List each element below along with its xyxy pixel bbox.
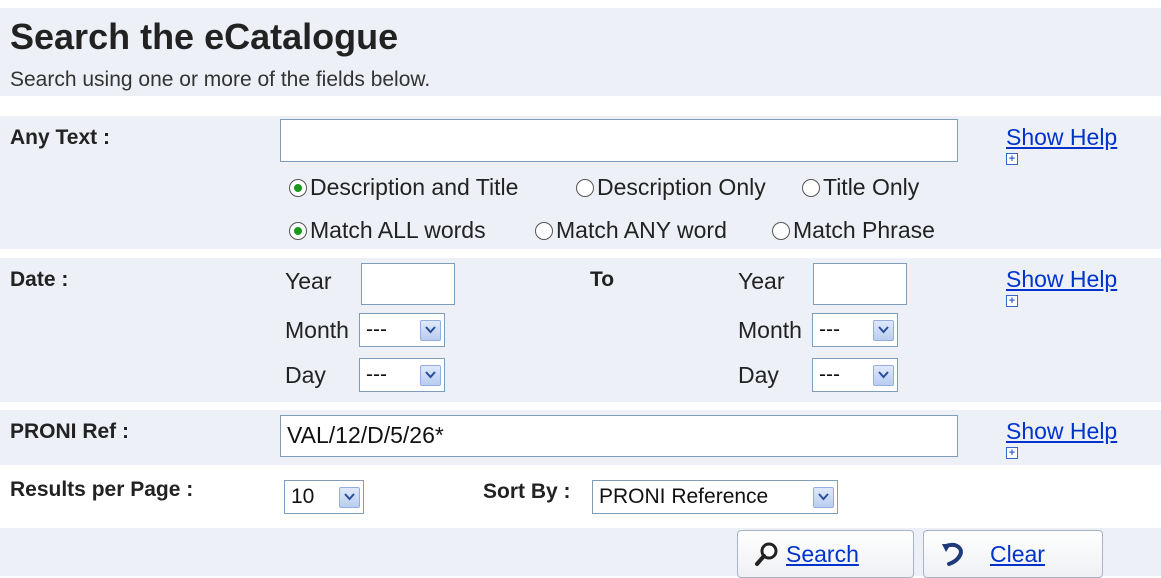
select-value: ---	[366, 318, 387, 341]
date-to-label: To	[590, 268, 615, 291]
select-value: ---	[819, 363, 840, 386]
radio-label: Description and Title	[310, 174, 519, 200]
header-panel: Search the eCatalogue Search using one o…	[0, 8, 1161, 96]
radio-button-selected[interactable]	[289, 221, 307, 240]
radio-title-only[interactable]: Title Only	[802, 174, 919, 201]
select-value: 10	[291, 485, 315, 508]
any-text-row: Any Text : Description and Title Descrip…	[0, 116, 1161, 249]
radio-match-any[interactable]: Match ANY word	[535, 217, 727, 244]
radio-button[interactable]	[802, 178, 820, 197]
show-help-link[interactable]: Show Help	[1006, 266, 1117, 292]
select-value: ---	[819, 318, 840, 341]
proni-ref-help[interactable]: Show Help +	[1006, 418, 1117, 459]
magnifier-icon	[755, 542, 778, 566]
radio-button[interactable]	[772, 221, 790, 240]
date-label: Date :	[10, 268, 69, 291]
from-month-select[interactable]: ---	[359, 313, 445, 347]
chevron-down-icon[interactable]	[420, 319, 441, 341]
radio-label: Match ALL words	[310, 217, 486, 243]
proni-ref-row: PRONI Ref : VAL/12/D/5/26* Show Help +	[0, 410, 1161, 465]
date-row: Date : Year Month --- Day --- To Year Mo…	[0, 258, 1161, 402]
radio-description-only[interactable]: Description Only	[576, 174, 766, 201]
clear-link[interactable]: Clear	[990, 541, 1045, 568]
radio-label: Title Only	[823, 174, 920, 200]
to-month-select[interactable]: ---	[812, 313, 898, 347]
chevron-down-icon[interactable]	[873, 364, 894, 386]
radio-button-selected[interactable]	[289, 178, 307, 197]
actions-row: Search Clear	[0, 528, 1161, 578]
radio-label: Match Phrase	[793, 217, 935, 243]
to-year-label: Year	[738, 268, 785, 294]
any-text-label: Any Text :	[10, 126, 110, 149]
radio-button[interactable]	[576, 178, 594, 197]
radio-label: Description Only	[597, 174, 766, 200]
proni-ref-label: PRONI Ref :	[10, 420, 130, 443]
search-button[interactable]: Search	[737, 530, 914, 578]
radio-match-all[interactable]: Match ALL words	[289, 217, 486, 244]
to-day-select[interactable]: ---	[812, 358, 898, 392]
chevron-down-icon[interactable]	[873, 319, 894, 341]
to-month-label: Month	[738, 317, 802, 343]
expand-plus-icon[interactable]: +	[1006, 153, 1018, 165]
undo-arrow-icon	[942, 542, 963, 566]
show-help-link[interactable]: Show Help	[1006, 418, 1117, 444]
to-year-input[interactable]	[813, 263, 907, 305]
chevron-down-icon[interactable]	[420, 364, 441, 386]
radio-description-and-title[interactable]: Description and Title	[289, 174, 518, 201]
from-day-select[interactable]: ---	[359, 358, 445, 392]
search-link[interactable]: Search	[786, 541, 859, 568]
page-title: Search the eCatalogue	[10, 16, 399, 57]
expand-plus-icon[interactable]: +	[1006, 447, 1018, 459]
show-help-link[interactable]: Show Help	[1006, 124, 1117, 150]
date-help[interactable]: Show Help +	[1006, 266, 1117, 307]
sort-by-select[interactable]: PRONI Reference	[592, 480, 838, 514]
sort-by-label: Sort By :	[483, 480, 571, 503]
from-month-label: Month	[285, 317, 349, 343]
select-value: ---	[366, 363, 387, 386]
chevron-down-icon[interactable]	[339, 486, 360, 508]
from-year-label: Year	[285, 268, 332, 294]
select-value: PRONI Reference	[599, 485, 769, 508]
any-text-input[interactable]	[280, 119, 958, 162]
results-per-page-label: Results per Page :	[10, 478, 194, 501]
any-text-help[interactable]: Show Help +	[1006, 124, 1117, 165]
proni-ref-input[interactable]: VAL/12/D/5/26*	[280, 415, 958, 457]
radio-match-phrase[interactable]: Match Phrase	[772, 217, 935, 244]
radio-label: Match ANY word	[556, 217, 727, 243]
results-per-page-select[interactable]: 10	[284, 480, 364, 514]
from-day-label: Day	[285, 362, 326, 388]
to-day-label: Day	[738, 362, 779, 388]
radio-button[interactable]	[535, 221, 553, 240]
clear-button[interactable]: Clear	[923, 530, 1103, 578]
page-subtitle: Search using one or more of the fields b…	[10, 68, 431, 91]
chevron-down-icon[interactable]	[813, 486, 834, 508]
expand-plus-icon[interactable]: +	[1006, 295, 1018, 307]
from-year-input[interactable]	[361, 263, 455, 305]
